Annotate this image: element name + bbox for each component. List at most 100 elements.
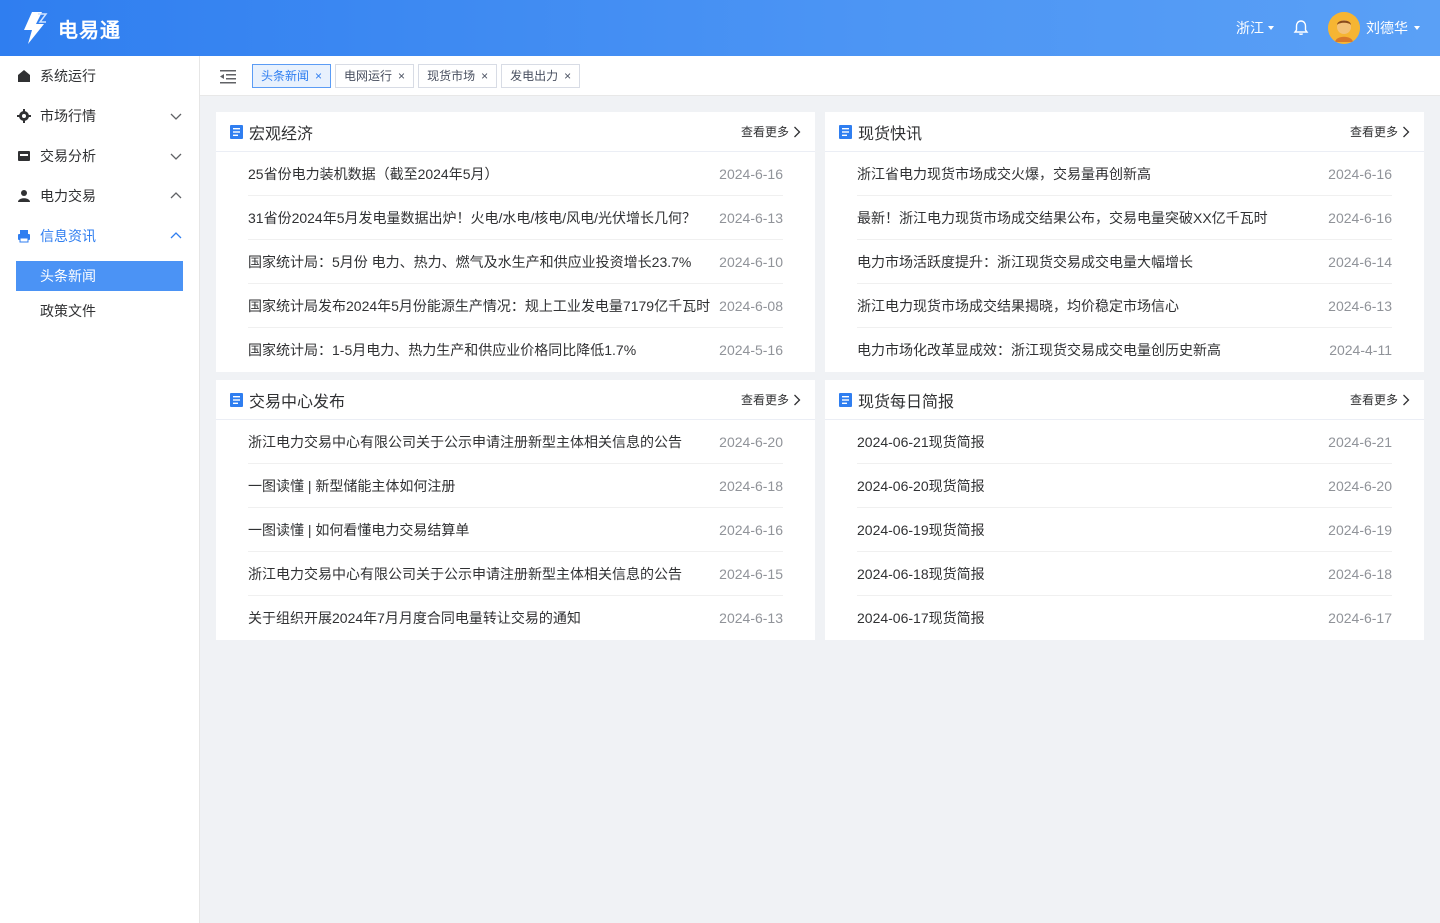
- card-spot-news: 现货快讯 查看更多 浙江省电力现货市场成交火爆，交易量再创新高 2024-6-16 最新…: [825, 112, 1424, 372]
- news-row[interactable]: 一图读懂 | 新型储能主体如何注册 2024-6-18: [248, 464, 783, 508]
- tab-label: 头条新闻: [261, 69, 310, 83]
- user-name: 刘德华: [1366, 20, 1408, 36]
- printer-icon: [16, 228, 32, 244]
- document-icon: [839, 124, 852, 139]
- news-row[interactable]: 浙江电力交易中心有限公司关于公示申请注册新型主体相关信息的公告 2024-6-20: [248, 420, 783, 464]
- close-icon[interactable]: ×: [481, 70, 488, 82]
- bell-icon[interactable]: [1292, 19, 1310, 37]
- news-title: 关于组织开展2024年7月月度合同电量转让交易的通知: [248, 610, 581, 626]
- news-row[interactable]: 浙江电力现货市场成交结果揭晓，均价稳定市场信心 2024-6-13: [857, 284, 1392, 328]
- news-title: 国家统计局：5月份 电力、热力、燃气及水生产和供应业投资增长23.7%: [248, 253, 692, 270]
- sidebar-item-info[interactable]: 信息资讯: [0, 216, 199, 256]
- news-row[interactable]: 25省份电力装机数据（截至2024年5月） 2024-6-16: [248, 152, 783, 196]
- card-title: 交易中心发布: [249, 393, 346, 411]
- view-more-label: 查看更多: [740, 393, 789, 407]
- news-title: 浙江省电力现货市场成交火爆，交易量再创新高: [857, 165, 1151, 182]
- tab-label: 电网运行: [344, 69, 393, 83]
- news-title: 一图读懂 | 新型储能主体如何注册: [248, 477, 456, 494]
- chevron-right-icon: [794, 126, 801, 137]
- news-row[interactable]: 浙江电力交易中心有限公司关于公示申请注册新型主体相关信息的公告 2024-6-15: [248, 552, 783, 596]
- card-header: 宏观经济 查看更多: [216, 112, 815, 152]
- news-date: 2024-6-20: [1328, 477, 1392, 494]
- document-icon: [230, 124, 243, 139]
- news-date: 2024-6-17: [1328, 610, 1392, 626]
- news-row[interactable]: 一图读懂 | 如何看懂电力交易结算单 2024-6-16: [248, 508, 783, 552]
- region-select[interactable]: 浙江: [1236, 18, 1274, 38]
- sidebar-subitem-headlines[interactable]: 头条新闻: [16, 261, 183, 291]
- sidebar-item-market[interactable]: 市场行情: [0, 96, 199, 136]
- news-row[interactable]: 2024-06-17现货简报 2024-6-17: [857, 596, 1392, 640]
- view-more-link[interactable]: 查看更多: [1350, 123, 1410, 140]
- sidebar-item-label: 信息资讯: [40, 228, 96, 244]
- news-row[interactable]: 2024-06-21现货简报 2024-6-21: [857, 420, 1392, 464]
- sidebar-item-label: 市场行情: [40, 108, 96, 124]
- card-daily-brief: 现货每日简报 查看更多 2024-06-21现货简报 2024-6-21 2024-06…: [825, 380, 1424, 640]
- tab-spot-market[interactable]: 现货市场 ×: [418, 63, 498, 88]
- tab-label: 现货市场: [427, 69, 476, 83]
- news-row[interactable]: 关于组织开展2024年7月月度合同电量转让交易的通知 2024-6-13: [248, 596, 783, 640]
- brand[interactable]: 电易通: [20, 10, 121, 46]
- sidebar-item-label: 系统运行: [40, 68, 96, 84]
- user-menu[interactable]: 刘德华: [1328, 12, 1420, 44]
- document-icon: [230, 392, 243, 407]
- news-list: 25省份电力装机数据（截至2024年5月） 2024-6-16 31省份2024年5…: [216, 152, 815, 372]
- news-row[interactable]: 2024-06-20现货简报 2024-6-20: [857, 464, 1392, 508]
- news-list: 2024-06-21现货简报 2024-6-21 2024-06-20现货简报 202…: [825, 420, 1424, 640]
- close-icon[interactable]: ×: [564, 70, 571, 82]
- menu-fold-icon[interactable]: [218, 66, 238, 86]
- tab-headlines[interactable]: 头条新闻 ×: [252, 63, 332, 88]
- tabs-bar: 头条新闻 × 电网运行 × 现货市场 × 发电出力 ×: [200, 56, 1440, 96]
- news-row[interactable]: 浙江省电力现货市场成交火爆，交易量再创新高 2024-6-16: [857, 152, 1392, 196]
- news-date: 2024-6-16: [1328, 209, 1392, 226]
- news-row[interactable]: 最新！浙江电力现货市场成交结果公布，交易电量突破XX亿千瓦时 2024-6-16: [857, 196, 1392, 240]
- card-macro-economy: 宏观经济 查看更多 25省份电力装机数据（截至2024年5月） 2024-6-16 31…: [216, 112, 815, 372]
- news-title: 2024-06-21现货简报: [857, 433, 985, 450]
- news-row[interactable]: 电力市场化改革显成效：浙江现货交易成交电量创历史新高 2024-4-11: [857, 328, 1392, 372]
- news-row[interactable]: 2024-06-18现货简报 2024-6-18: [857, 552, 1392, 596]
- news-date: 2024-6-13: [1328, 297, 1392, 314]
- card-title: 现货快讯: [858, 125, 923, 143]
- close-icon[interactable]: ×: [398, 70, 405, 82]
- news-date: 2024-6-14: [1328, 253, 1392, 270]
- news-date: 2024-6-08: [719, 297, 783, 314]
- news-title: 国家统计局发布2024年5月份能源生产情况：规上工业发电量7179亿千瓦时: [248, 297, 711, 314]
- sidebar-item-trading[interactable]: 电力交易: [0, 176, 199, 216]
- close-icon[interactable]: ×: [315, 70, 322, 82]
- view-more-link[interactable]: 查看更多: [741, 391, 801, 408]
- document-icon: [839, 392, 852, 407]
- chevron-up-icon: [170, 192, 182, 199]
- view-more-link[interactable]: 查看更多: [741, 123, 801, 140]
- caret-down-icon: [1414, 26, 1420, 30]
- news-date: 2024-6-18: [1328, 565, 1392, 582]
- sidebar-item-label: 电力交易: [40, 188, 96, 204]
- wallet-icon: [16, 148, 32, 164]
- news-title: 浙江电力交易中心有限公司关于公示申请注册新型主体相关信息的公告: [248, 565, 682, 582]
- chevron-right-icon: [1403, 126, 1410, 137]
- news-date: 2024-6-13: [719, 610, 783, 626]
- news-title: 2024-06-17现货简报: [857, 610, 985, 626]
- news-row[interactable]: 国家统计局发布2024年5月份能源生产情况：规上工业发电量7179亿千瓦时 202…: [248, 284, 783, 328]
- sidebar-item-system[interactable]: 系统运行: [0, 56, 199, 96]
- news-row[interactable]: 国家统计局：5月份 电力、热力、燃气及水生产和供应业投资增长23.7% 2024-…: [248, 240, 783, 284]
- tab-label: 发电出力: [510, 69, 559, 83]
- news-date: 2024-6-16: [719, 521, 783, 538]
- news-row[interactable]: 国家统计局：1-5月电力、热力生产和供应业价格同比降低1.7% 2024-5-16: [248, 328, 783, 372]
- view-more-link[interactable]: 查看更多: [1350, 391, 1410, 408]
- sidebar-subitem-policy[interactable]: 政策文件: [16, 296, 183, 326]
- sidebar-item-analysis[interactable]: 交易分析: [0, 136, 199, 176]
- news-row[interactable]: 2024-06-19现货简报 2024-6-19: [857, 508, 1392, 552]
- news-date: 2024-5-16: [719, 342, 783, 358]
- tab-generation-output[interactable]: 发电出力 ×: [501, 63, 581, 88]
- avatar: [1328, 12, 1360, 44]
- news-title: 浙江电力现货市场成交结果揭晓，均价稳定市场信心: [857, 297, 1179, 314]
- news-row[interactable]: 电力市场活跃度提升：浙江现货交易成交电量大幅增长 2024-6-14: [857, 240, 1392, 284]
- news-title: 2024-06-19现货简报: [857, 521, 985, 538]
- news-title: 2024-06-20现货简报: [857, 477, 985, 494]
- news-date: 2024-6-16: [1328, 165, 1392, 182]
- card-header: 交易中心发布 查看更多: [216, 380, 815, 420]
- tab-grid-operation[interactable]: 电网运行 ×: [335, 63, 415, 88]
- news-row[interactable]: 31省份2024年5月发电量数据出炉！火电/水电/核电/风电/光伏增长几何？ 20…: [248, 196, 783, 240]
- news-list: 浙江电力交易中心有限公司关于公示申请注册新型主体相关信息的公告 2024-6-20…: [216, 420, 815, 640]
- news-title: 最新！浙江电力现货市场成交结果公布，交易电量突破XX亿千瓦时: [857, 209, 1268, 226]
- chevron-down-icon: [170, 153, 182, 160]
